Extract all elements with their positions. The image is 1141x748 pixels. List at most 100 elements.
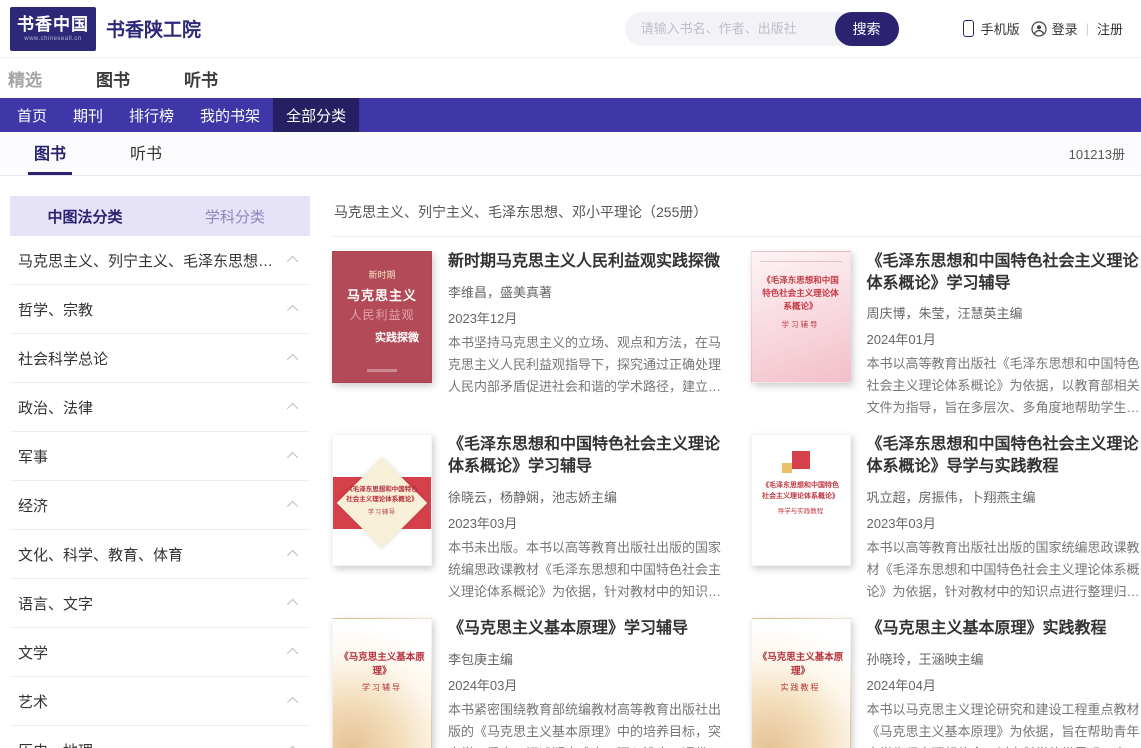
chevron-up-icon bbox=[287, 452, 298, 463]
category-label: 历史、地理 bbox=[18, 740, 93, 748]
books-grid: 新时期马克思主义人民利益观实践探微 新时期马克思主义人民利益观实践探微 李维昌，… bbox=[332, 237, 1141, 748]
cover-text-line: 《马克思主义基本原理》 bbox=[758, 649, 844, 677]
cover-text-line: 新时期 bbox=[341, 268, 423, 281]
section-title: 马克思主义、列宁主义、毛泽东思想、邓小平理论（255册） bbox=[332, 196, 1141, 237]
login-link[interactable]: 登录 bbox=[1052, 19, 1078, 38]
chevron-up-icon bbox=[287, 256, 298, 267]
book-title[interactable]: 新时期马克思主义人民利益观实践探微 bbox=[448, 251, 723, 273]
book-cover[interactable]: 《毛泽东思想和中国特色社会主义理论体系概论》导学与实践教程 bbox=[751, 434, 851, 566]
sidebar-category-item[interactable]: 语言、文字 bbox=[10, 579, 310, 628]
cover-text-line: 学习辅导 bbox=[345, 507, 419, 516]
chevron-up-icon bbox=[287, 599, 298, 610]
sidebar-category-item[interactable]: 哲学、宗教 bbox=[10, 285, 310, 334]
content-tab[interactable]: 听书 bbox=[124, 132, 168, 175]
book-author: 周庆博，朱莹，汪慧英主编 bbox=[867, 303, 1141, 322]
book-cover[interactable]: 《马克思主义基本原理》实践教程 bbox=[751, 618, 851, 748]
sidebar-category-item[interactable]: 经济 bbox=[10, 481, 310, 530]
cover-text-line: 导学与实践教程 bbox=[761, 505, 841, 515]
book-cover[interactable]: 《毛泽东思想和中国特色社会主义理论体系概论》学习辅导 bbox=[332, 434, 432, 566]
chevron-up-icon bbox=[287, 550, 298, 561]
book-description: 本书以马克思主义理论研究和建设工程重点教材《马克思主义基本原理》为依据，旨在帮助… bbox=[867, 699, 1141, 748]
mobile-phone-icon bbox=[963, 20, 974, 37]
book-cover[interactable]: 新时期马克思主义人民利益观实践探微 bbox=[332, 251, 432, 383]
main-nav-item[interactable]: 期刊 bbox=[60, 98, 116, 132]
site-name: 书香陕工院 bbox=[106, 15, 201, 42]
book-title[interactable]: 《马克思主义基本原理》学习辅导 bbox=[448, 618, 723, 640]
book-author: 李维昌，盛美真著 bbox=[448, 282, 723, 301]
book-author: 巩立超，房振伟，卜翔燕主编 bbox=[867, 487, 1141, 506]
book-date: 2023年12月 bbox=[448, 308, 723, 327]
book-title[interactable]: 《毛泽东思想和中国特色社会主义理论体系概论》导学与实践教程 bbox=[867, 434, 1141, 477]
book-card: 《马克思主义基本原理》学习辅导 《马克思主义基本原理》学习辅导 李包庚主编 20… bbox=[332, 618, 723, 748]
category-label: 文化、科学、教育、体育 bbox=[18, 544, 183, 565]
book-title[interactable]: 《毛泽东思想和中国特色社会主义理论体系概论》学习辅导 bbox=[448, 434, 723, 477]
header-right: 手机版 登录 | 注册 bbox=[963, 19, 1127, 38]
cover-text-line: 《毛泽东思想和中国特色社会主义理论体系概论》 bbox=[345, 485, 419, 505]
content-tab-row: 图书 听书 101213册 bbox=[0, 132, 1141, 176]
category-label: 哲学、宗教 bbox=[18, 299, 93, 320]
top-nav-item[interactable]: 精选 bbox=[8, 66, 42, 91]
sidebar-category-item[interactable]: 文学 bbox=[10, 628, 310, 677]
book-description: 本书以高等教育出版社出版的国家统编思政课教材《毛泽东思想和中国特色社会主义理论体… bbox=[867, 537, 1141, 603]
top-nav-item[interactable]: 图书 bbox=[96, 66, 130, 91]
cover-text-line: 学习辅导 bbox=[339, 682, 425, 693]
user-icon bbox=[1031, 21, 1047, 37]
book-date: 2024年04月 bbox=[867, 675, 1141, 694]
search-button[interactable]: 搜索 bbox=[835, 12, 899, 46]
book-card: 《毛泽东思想和中国特色社会主义理论体系概论》学习辅导 《毛泽东思想和中国特色社会… bbox=[751, 251, 1141, 419]
header: 书香中国 www.chineseall.cn 书香陕工院 搜索 手机版 登录 |… bbox=[0, 0, 1141, 58]
book-cover[interactable]: 《马克思主义基本原理》学习辅导 bbox=[332, 618, 432, 748]
category-label: 军事 bbox=[18, 446, 48, 467]
chevron-up-icon bbox=[287, 305, 298, 316]
main-nav-item[interactable]: 我的书架 bbox=[187, 98, 273, 132]
top-nav-item[interactable]: 听书 bbox=[184, 66, 218, 91]
sidebar-category-item[interactable]: 历史、地理 bbox=[10, 726, 310, 748]
main-nav-item[interactable]: 全部分类 bbox=[273, 98, 359, 132]
register-link[interactable]: 注册 bbox=[1097, 19, 1123, 38]
total-book-count: 101213册 bbox=[1069, 132, 1125, 175]
book-card: 《马克思主义基本原理》实践教程 《马克思主义基本原理》实践教程 孙晓玲，王涵映主… bbox=[751, 618, 1141, 748]
book-cover[interactable]: 《毛泽东思想和中国特色社会主义理论体系概论》学习辅导 bbox=[751, 251, 851, 383]
category-label: 艺术 bbox=[18, 691, 48, 712]
cover-text-line: 学习辅导 bbox=[759, 319, 843, 330]
category-label: 经济 bbox=[18, 495, 48, 516]
cover-text-line: 《马克思主义基本原理》 bbox=[339, 649, 425, 677]
cover-text-line: 实践探微 bbox=[341, 329, 423, 345]
category-label: 马克思主义、列宁主义、毛泽东思想、... bbox=[18, 250, 276, 271]
cover-text-line: 人民利益观 bbox=[341, 306, 423, 323]
logo-title: 书香中国 bbox=[17, 15, 89, 35]
main-nav-item[interactable]: 首页 bbox=[4, 98, 60, 132]
cover-text-line: 实践教程 bbox=[758, 682, 844, 693]
sidebar-category-item[interactable]: 社会科学总论 bbox=[10, 334, 310, 383]
sidebar-category-item[interactable]: 政治、法律 bbox=[10, 383, 310, 432]
book-date: 2024年03月 bbox=[448, 675, 723, 694]
category-list: 马克思主义、列宁主义、毛泽东思想、... 哲学、宗教 社会科学总论 bbox=[10, 236, 310, 748]
book-card: 《毛泽东思想和中国特色社会主义理论体系概论》学习辅导 《毛泽东思想和中国特色社会… bbox=[332, 434, 723, 602]
sidebar-category-item[interactable]: 文化、科学、教育、体育 bbox=[10, 530, 310, 579]
book-date: 2023年03月 bbox=[867, 513, 1141, 532]
sidebar-category-item[interactable]: 军事 bbox=[10, 432, 310, 481]
chevron-up-icon bbox=[287, 697, 298, 708]
sidebar-tab[interactable]: 中图法分类 bbox=[10, 196, 160, 236]
cover-text-line: 《毛泽东思想和中国特色社会主义理论体系概论》 bbox=[759, 274, 843, 314]
book-author: 徐晓云，杨静娴，池志娇主编 bbox=[448, 487, 723, 506]
cover-text-line: 马克思主义 bbox=[341, 285, 423, 304]
book-description: 本书紧密围绕教育部统编教材高等教育出版社出版的《马克思主义基本原理》中的培养目标… bbox=[448, 699, 723, 748]
book-title[interactable]: 《马克思主义基本原理》实践教程 bbox=[867, 618, 1141, 640]
category-sidebar: 中图法分类 学科分类 马克思主义、列宁主义、毛泽东思想、... 哲学、宗教 bbox=[10, 196, 310, 748]
mobile-version-link[interactable]: 手机版 bbox=[981, 19, 1020, 38]
page: 书香中国 www.chineseall.cn 书香陕工院 搜索 手机版 登录 |… bbox=[0, 0, 1141, 748]
sidebar-category-item[interactable]: 马克思主义、列宁主义、毛泽东思想、... bbox=[10, 236, 310, 285]
chevron-up-icon bbox=[287, 648, 298, 659]
sidebar-category-item[interactable]: 艺术 bbox=[10, 677, 310, 726]
sidebar-tab[interactable]: 学科分类 bbox=[160, 196, 310, 236]
book-info: 《毛泽东思想和中国特色社会主义理论体系概论》导学与实践教程 巩立超，房振伟，卜翔… bbox=[867, 434, 1141, 602]
content-tabs: 图书 听书 bbox=[28, 132, 220, 175]
book-info: 《马克思主义基本原理》实践教程 孙晓玲，王涵映主编 2024年04月 本书以马克… bbox=[867, 618, 1141, 748]
book-title[interactable]: 《毛泽东思想和中国特色社会主义理论体系概论》学习辅导 bbox=[867, 251, 1141, 294]
content-tab[interactable]: 图书 bbox=[28, 132, 72, 175]
main-nav-item[interactable]: 排行榜 bbox=[116, 98, 187, 132]
site-logo[interactable]: 书香中国 www.chineseall.cn bbox=[10, 7, 96, 51]
main-nav: 首页 期刊 排行榜 我的书架 全部分类 bbox=[0, 98, 1141, 132]
search-bar: 搜索 bbox=[625, 12, 899, 46]
